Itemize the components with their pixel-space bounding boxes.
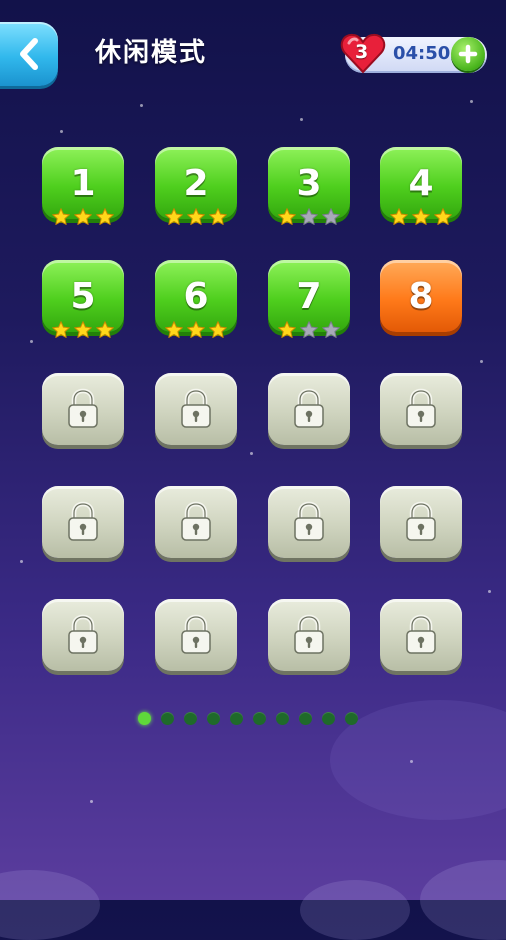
level-tile-locked[interactable] (380, 373, 462, 445)
lock-icon (294, 614, 324, 654)
lock-icon (294, 501, 324, 541)
level-tile-locked[interactable] (42, 373, 124, 445)
star-rating (51, 207, 115, 227)
star-filled-icon (278, 321, 296, 338)
star-filled-icon (209, 321, 227, 338)
lock-icon (181, 614, 211, 654)
lock-icon (406, 501, 436, 541)
star-filled-icon (278, 208, 296, 225)
lock-icon (181, 388, 211, 428)
level-tile-locked[interactable] (155, 599, 237, 671)
star-filled-icon (74, 321, 92, 338)
level-tile-locked[interactable] (380, 486, 462, 558)
page-dot[interactable] (276, 712, 289, 725)
star-filled-icon (434, 208, 452, 225)
page-dot[interactable] (299, 712, 312, 725)
level-grid: 1 2 3 4 5 6 7 8 (0, 0, 506, 700)
page-dot[interactable] (230, 712, 243, 725)
lock-icon (68, 501, 98, 541)
star-rating (164, 207, 228, 227)
level-number: 2 (183, 162, 209, 204)
level-number: 3 (296, 162, 322, 204)
star-empty-icon (322, 321, 340, 338)
star-empty-icon (300, 208, 318, 225)
star-filled-icon (165, 208, 183, 225)
level-number: 7 (296, 275, 322, 317)
lock-icon (294, 388, 324, 428)
level-tile-5[interactable]: 5 (42, 260, 124, 338)
level-number: 6 (183, 275, 209, 317)
page-dot[interactable] (345, 712, 358, 725)
level-number: 5 (70, 275, 96, 317)
level-tile-locked[interactable] (380, 599, 462, 671)
level-tile-locked[interactable] (268, 486, 350, 558)
lock-icon (406, 614, 436, 654)
star-filled-icon (52, 208, 70, 225)
star-rating (51, 320, 115, 340)
level-tile-1[interactable]: 1 (42, 147, 124, 225)
star-filled-icon (96, 208, 114, 225)
star-rating (164, 320, 228, 340)
star-filled-icon (165, 321, 183, 338)
star-filled-icon (187, 208, 205, 225)
lock-icon (68, 614, 98, 654)
level-number: 8 (408, 275, 434, 317)
star-filled-icon (74, 208, 92, 225)
level-tile-locked[interactable] (268, 599, 350, 671)
page-dot[interactable] (253, 712, 266, 725)
star-filled-icon (390, 208, 408, 225)
lock-icon (68, 388, 98, 428)
level-tile-locked[interactable] (42, 486, 124, 558)
page-dot[interactable] (207, 712, 220, 725)
star-filled-icon (209, 208, 227, 225)
level-tile-locked[interactable] (42, 599, 124, 671)
page-dot[interactable] (322, 712, 335, 725)
star-filled-icon (96, 321, 114, 338)
star-rating (277, 207, 341, 227)
lock-icon (406, 388, 436, 428)
page-dot[interactable] (184, 712, 197, 725)
star-rating (389, 207, 453, 227)
star-empty-icon (322, 208, 340, 225)
star-empty-icon (300, 321, 318, 338)
level-tile-locked[interactable] (155, 486, 237, 558)
star-filled-icon (412, 208, 430, 225)
level-tile-locked[interactable] (268, 373, 350, 445)
level-tile-8[interactable]: 8 (380, 260, 462, 332)
lock-icon (181, 501, 211, 541)
page-dot[interactable] (138, 712, 151, 725)
star-filled-icon (52, 321, 70, 338)
star-rating (277, 320, 341, 340)
level-tile-6[interactable]: 6 (155, 260, 237, 338)
page-dot[interactable] (161, 712, 174, 725)
level-tile-2[interactable]: 2 (155, 147, 237, 225)
level-tile-locked[interactable] (155, 373, 237, 445)
level-tile-3[interactable]: 3 (268, 147, 350, 225)
level-number: 1 (70, 162, 96, 204)
level-tile-4[interactable]: 4 (380, 147, 462, 225)
level-tile-7[interactable]: 7 (268, 260, 350, 338)
star-filled-icon (187, 321, 205, 338)
level-number: 4 (408, 162, 434, 204)
page-indicator (138, 712, 358, 725)
